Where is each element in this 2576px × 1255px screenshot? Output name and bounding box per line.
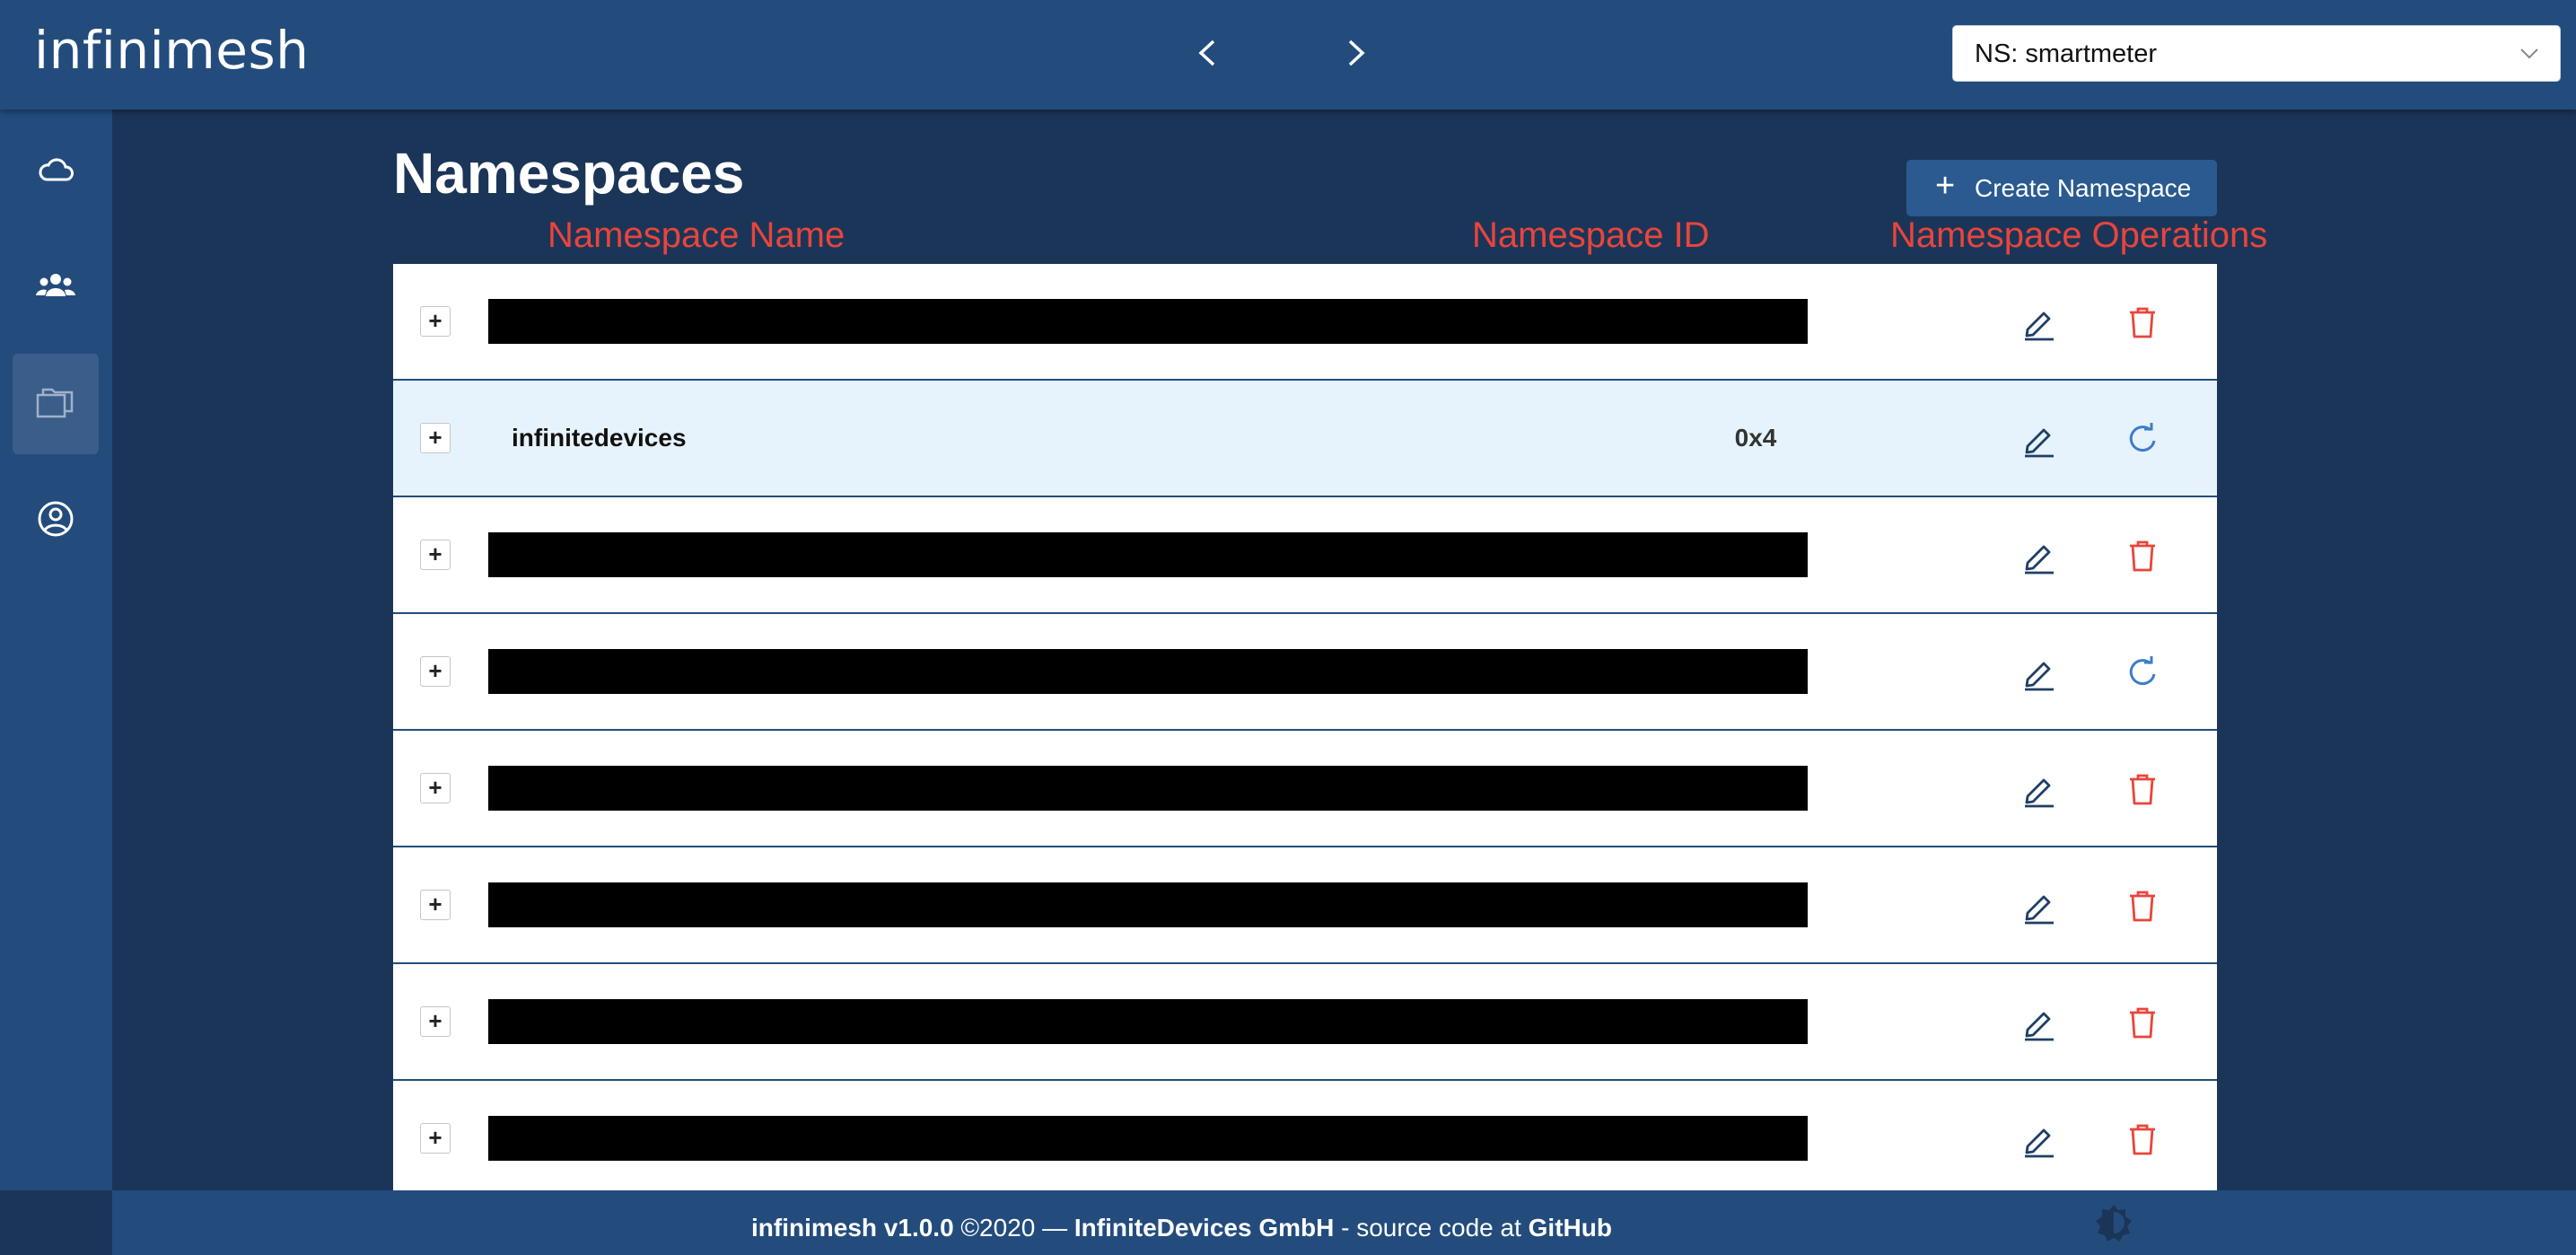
expand-row-button[interactable]: + (420, 1006, 451, 1037)
sidebar (0, 110, 112, 1190)
redacted-row-content (488, 649, 1808, 694)
delete-icon[interactable] (2124, 1004, 2161, 1041)
delete-icon[interactable] (2124, 887, 2161, 925)
edit-icon[interactable] (2020, 303, 2057, 341)
expand-row-button[interactable]: + (420, 306, 451, 337)
sidebar-item-folders[interactable] (13, 354, 99, 454)
column-header-operations: Namespace Operations (1890, 215, 2268, 255)
app-logo[interactable]: infinimesh (34, 20, 309, 81)
namespace-select[interactable]: NS: smartmeter (1952, 25, 2561, 82)
delete-icon[interactable] (2124, 1120, 2161, 1158)
expand-row-button[interactable]: + (420, 890, 451, 920)
expand-row-button[interactable]: + (420, 1123, 451, 1154)
edit-icon[interactable] (2020, 1120, 2057, 1158)
expand-row-button[interactable]: + (420, 423, 451, 453)
page-title: Namespaces (393, 141, 745, 206)
sidebar-item-cloud[interactable] (13, 120, 99, 221)
create-namespace-label: Create Namespace (1975, 174, 2192, 202)
table-row[interactable]: + (393, 264, 2217, 381)
footer-github-link[interactable]: GitHub (1529, 1214, 1612, 1242)
redacted-row-content (488, 999, 1808, 1044)
table-row[interactable]: + (393, 731, 2217, 847)
namespace-select-value: NS: smartmeter (1975, 39, 2158, 68)
table-row[interactable]: + (393, 1081, 2217, 1190)
expand-row-button[interactable]: + (420, 773, 451, 803)
cloud-icon (39, 158, 74, 181)
chevron-down-icon (2520, 48, 2538, 59)
redacted-row-content (488, 1116, 1808, 1161)
footer-copyright: ©2020 — (953, 1214, 1074, 1242)
create-namespace-button[interactable]: + Create Namespace (1906, 160, 2217, 216)
table-row[interactable]: + (393, 964, 2217, 1081)
folders-icon (36, 388, 74, 418)
footer-product: infinimesh v1.0.0 (751, 1214, 954, 1242)
edit-icon[interactable] (2020, 1004, 2057, 1041)
sidebar-item-users[interactable] (13, 235, 99, 336)
edit-icon[interactable] (2020, 420, 2057, 458)
footer-source-text: - source code at (1334, 1214, 1529, 1242)
theme-toggle-icon[interactable] (2094, 1203, 2134, 1242)
restore-icon[interactable] (2124, 420, 2161, 458)
redacted-row-content (488, 532, 1808, 577)
edit-icon[interactable] (2020, 770, 2057, 808)
redacted-row-content (488, 766, 1808, 811)
namespaces-table: + + infinitedevices 0x4 + + + + + + (393, 264, 2217, 1190)
delete-icon[interactable] (2124, 303, 2161, 341)
table-row[interactable]: + infinitedevices 0x4 (393, 381, 2217, 497)
plus-icon: + (1935, 167, 1956, 205)
delete-icon[interactable] (2124, 537, 2161, 575)
column-header-name: Namespace Name (548, 215, 846, 255)
expand-row-button[interactable]: + (420, 540, 451, 570)
redacted-row-content (488, 299, 1808, 344)
table-row[interactable]: + (393, 497, 2217, 614)
footer: infinimesh v1.0.0 ©2020 — InfiniteDevice… (112, 1190, 2576, 1255)
expand-row-button[interactable]: + (420, 656, 451, 687)
edit-icon[interactable] (2020, 537, 2057, 575)
namespace-name: infinitedevices (512, 424, 687, 452)
account-icon (38, 501, 74, 537)
table-row[interactable]: + (393, 614, 2217, 731)
footer-company-link[interactable]: InfiniteDevices GmbH (1074, 1214, 1334, 1242)
forward-arrow-icon[interactable] (1337, 31, 1373, 75)
edit-icon[interactable] (2020, 654, 2057, 691)
table-row[interactable]: + (393, 847, 2217, 964)
sidebar-item-account[interactable] (13, 469, 99, 569)
edit-icon[interactable] (2020, 887, 2057, 925)
top-bar: infinimesh NS: smartmeter (0, 0, 2576, 110)
restore-icon[interactable] (2124, 654, 2161, 691)
users-icon (36, 274, 75, 296)
redacted-row-content (488, 882, 1808, 927)
footer-text: infinimesh v1.0.0 ©2020 — InfiniteDevice… (751, 1214, 1612, 1242)
namespace-id: 0x4 (1734, 424, 1777, 452)
column-header-id: Namespace ID (1472, 215, 1710, 255)
delete-icon[interactable] (2124, 770, 2161, 808)
back-arrow-icon[interactable] (1190, 31, 1226, 75)
